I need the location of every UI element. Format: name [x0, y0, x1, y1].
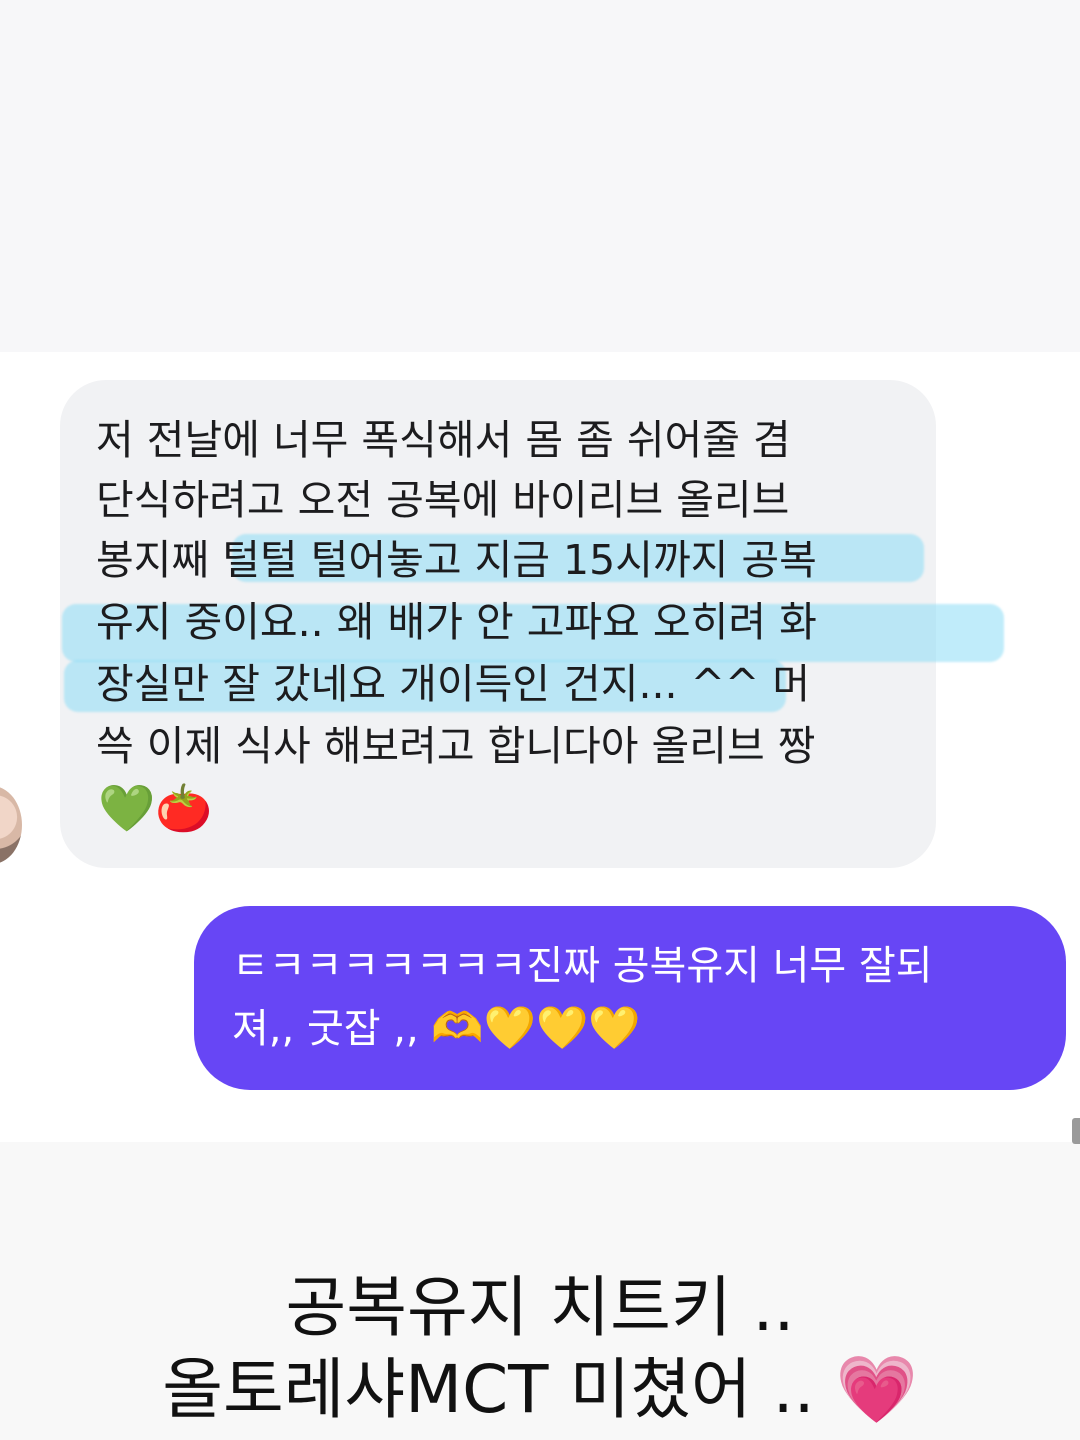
received-message-line: 봉지째 털털 털어놓고 지금 15시까지 공복 [96, 536, 817, 584]
story-screenshot: 저 전날에 너무 폭식해서 몸 좀 쉬어줄 겸 단식하려고 오전 공복에 바이리… [0, 0, 1080, 1440]
received-message-line: 유지 중이요.. 왜 배가 안 고파요 오히려 화 [96, 598, 817, 646]
caption-line-2: 올토레샤MCT 미쳤어 .. 💗 [162, 1351, 918, 1428]
scrollbar-thumb[interactable] [1072, 1118, 1080, 1144]
sent-message-emojis: 🫶💛💛💛 [431, 1003, 641, 1052]
received-message-emojis: 💚🍅 [98, 781, 213, 835]
top-blank-area [0, 0, 1080, 352]
received-message-line: 장실만 잘 갔네요 개이득인 건지... ^^ 머 [96, 660, 811, 708]
sent-message-line: 져,, 굿잡 ,, 🫶💛💛💛 [232, 998, 641, 1058]
sent-message-text: 져,, 굿잡 ,, [232, 1006, 432, 1052]
caption-line-1: 공복유지 치트키 .. [285, 1269, 795, 1346]
received-message-line: 단식하려고 오전 공복에 바이리브 올리브 [96, 476, 790, 524]
sent-message-line: ㅌㅋㅋㅋㅋㅋㅋㅋ진짜 공복유지 너무 잘되 [232, 943, 933, 989]
received-message-line: 저 전날에 너무 폭식해서 몸 좀 쉬어줄 겸 [96, 416, 791, 464]
received-message-line: 쓱 이제 식사 해보려고 합니다아 올리브 짱 [96, 722, 816, 770]
